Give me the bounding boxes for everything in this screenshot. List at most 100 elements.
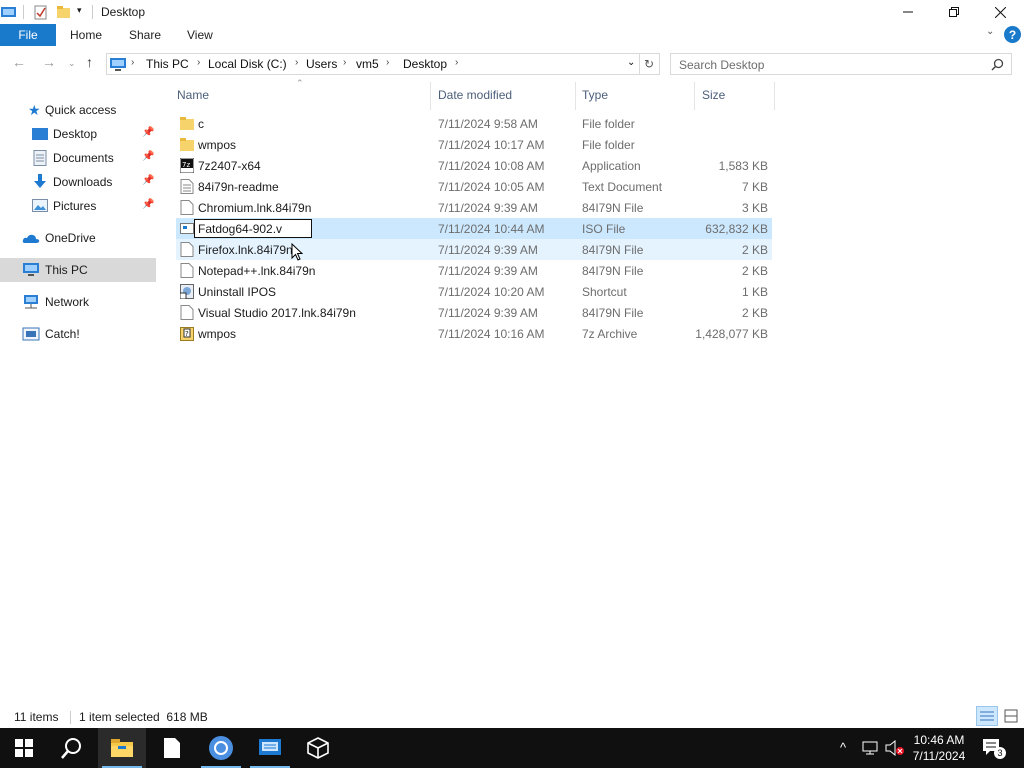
network-status-icon[interactable] (862, 740, 880, 756)
search-icon[interactable] (991, 58, 1004, 71)
breadcrumb-vm5[interactable]: vm5 (356, 57, 379, 71)
refresh-icon[interactable]: ↻ (644, 57, 654, 71)
tab-view[interactable]: View (187, 28, 213, 42)
expand-ribbon-icon[interactable]: ⌄ (986, 26, 994, 37)
close-button[interactable] (977, 0, 1023, 24)
pin-icon: 📌 (142, 175, 155, 186)
customize-qat-icon[interactable]: ▾ (77, 5, 82, 16)
column-header-date[interactable]: Date modified (438, 88, 512, 102)
breadcrumb-users[interactable]: Users (306, 57, 337, 71)
search-button[interactable] (48, 728, 96, 768)
breadcrumb-separator: › (197, 57, 201, 68)
breadcrumb-separator: › (343, 57, 347, 68)
rename-input[interactable]: Fatdog64-902.v (194, 219, 312, 238)
sidebar-item-desktop[interactable]: Desktop 📌 (0, 122, 156, 146)
file-row[interactable]: Uninstall IPOS 7/11/2024 10:20 AM Shortcut… (176, 281, 772, 302)
sidebar-item-label: Catch! (45, 327, 80, 341)
up-icon[interactable]: ↑ (86, 54, 93, 70)
window-title: Desktop (101, 5, 146, 19)
properties-icon[interactable] (33, 4, 49, 20)
divider (23, 5, 24, 19)
iso-file-icon (180, 223, 194, 234)
column-divider[interactable] (575, 82, 576, 110)
sidebar-item-pictures[interactable]: Pictures 📌 (0, 194, 156, 218)
new-folder-icon[interactable] (56, 4, 72, 20)
breadcrumb-this-pc[interactable]: This PC (146, 57, 189, 71)
text-file-icon (180, 179, 194, 194)
minimize-button[interactable] (885, 0, 931, 24)
sort-ascending-icon: ⌃ (296, 78, 304, 88)
action-center-button[interactable]: 3 (982, 738, 1006, 759)
file-row[interactable]: wmpos 7/11/2024 10:17 AM File folder (176, 134, 772, 155)
column-divider[interactable] (430, 82, 431, 110)
file-row[interactable]: Notepad++.lnk.84i79n 7/11/2024 9:39 AM 84I… (176, 260, 772, 281)
sidebar-item-documents[interactable]: Documents 📌 (0, 146, 156, 170)
back-icon[interactable]: ← (12, 54, 26, 70)
sidebar-item-label: Pictures (53, 199, 97, 213)
tab-share[interactable]: Share (129, 28, 161, 42)
volume-muted-icon[interactable] (885, 740, 905, 756)
file-row[interactable]: 84i79n-readme 7/11/2024 10:05 AM Text Docu… (176, 176, 772, 197)
sidebar-item-this-pc[interactable]: This PC (0, 258, 156, 282)
sidebar-item-label: Desktop (53, 127, 98, 141)
sidebar-item-label: Network (45, 295, 90, 309)
sidebar-item-downloads[interactable]: Downloads 📌 (0, 170, 156, 194)
start-button[interactable] (0, 728, 48, 768)
status-bar: 11 items 1 item selected 618 MB (0, 706, 1024, 728)
desktop-icon (32, 128, 48, 140)
breadcrumb-separator: › (295, 57, 299, 68)
star-icon: ★ (28, 102, 41, 118)
tab-home[interactable]: Home (70, 28, 102, 42)
breadcrumb-separator: › (131, 57, 135, 68)
sidebar-item-quick-access[interactable]: ★ Quick access (0, 98, 156, 122)
file-type: File folder (582, 138, 635, 152)
divider (70, 711, 71, 724)
forward-icon[interactable]: → (42, 54, 56, 70)
file-row[interactable]: 7z 7z2407-x64 7/11/2024 10:08 AM Applicatio… (176, 155, 772, 176)
help-icon[interactable]: ? (1004, 26, 1021, 43)
system-clock[interactable]: 10:46 AM 7/11/2024 (908, 732, 970, 764)
file-row[interactable]: ? wmpos 7/11/2024 10:16 AM 7z Archive 1,428,… (176, 323, 772, 344)
sidebar-item-catch[interactable]: Catch! (0, 322, 156, 346)
taskbar-remote-app[interactable] (246, 728, 294, 768)
folder-icon (180, 138, 194, 151)
file-row[interactable]: c 7/11/2024 9:58 AM File folder (176, 113, 772, 134)
file-name: Visual Studio 2017.lnk.84i79n (198, 306, 356, 320)
sidebar-item-network[interactable]: Network (0, 290, 156, 314)
file-type: ISO File (582, 222, 626, 236)
show-hidden-icons-icon[interactable]: ^ (840, 740, 846, 755)
taskbar-notepad[interactable] (148, 728, 196, 768)
file-row[interactable]: Firefox.lnk.84i79n 7/11/2024 9:39 AM 84I79… (176, 239, 772, 260)
taskbar-3d-app[interactable] (294, 728, 342, 768)
search-input[interactable]: Search Desktop (670, 53, 1012, 75)
sidebar-item-label: Quick access (45, 103, 117, 117)
search-icon (61, 738, 81, 759)
restore-button[interactable] (931, 0, 977, 24)
details-view-button[interactable] (976, 706, 998, 726)
pin-icon: 📌 (142, 151, 155, 162)
taskbar-chromium[interactable] (197, 728, 245, 768)
file-type: File folder (582, 117, 635, 131)
taskbar-file-explorer[interactable] (98, 728, 146, 768)
file-type: Text Document (582, 180, 663, 194)
large-icons-view-button[interactable] (1001, 706, 1021, 726)
breadcrumb-local-disk[interactable]: Local Disk (C:) (208, 57, 287, 71)
file-size: 1,583 KB (718, 159, 768, 173)
downloads-icon (34, 174, 46, 188)
column-header-type[interactable]: Type (582, 88, 608, 102)
breadcrumb-desktop[interactable]: Desktop (403, 57, 447, 71)
column-header-size[interactable]: Size (702, 88, 725, 102)
file-row[interactable]: Visual Studio 2017.lnk.84i79n 7/11/2024 9… (176, 302, 772, 323)
recent-locations-icon[interactable]: ⌄ (68, 58, 76, 69)
sidebar-item-onedrive[interactable]: OneDrive (0, 226, 156, 250)
address-bar[interactable]: › This PC › Local Disk (C:) › Users › vm… (106, 53, 660, 75)
address-dropdown-icon[interactable]: ⌄ (627, 57, 635, 68)
details-view-icon (980, 711, 994, 721)
file-type: 84I79N File (582, 264, 644, 278)
column-divider[interactable] (774, 82, 775, 110)
column-header-name[interactable]: Name (177, 88, 209, 102)
file-row[interactable]: Chromium.lnk.84i79n 7/11/2024 9:39 AM 84I7… (176, 197, 772, 218)
file-row[interactable]: Fatdog64-902.v 7/11/2024 10:44 AM ISO File… (176, 218, 772, 239)
tab-file[interactable]: File (0, 24, 56, 46)
column-divider[interactable] (694, 82, 695, 110)
